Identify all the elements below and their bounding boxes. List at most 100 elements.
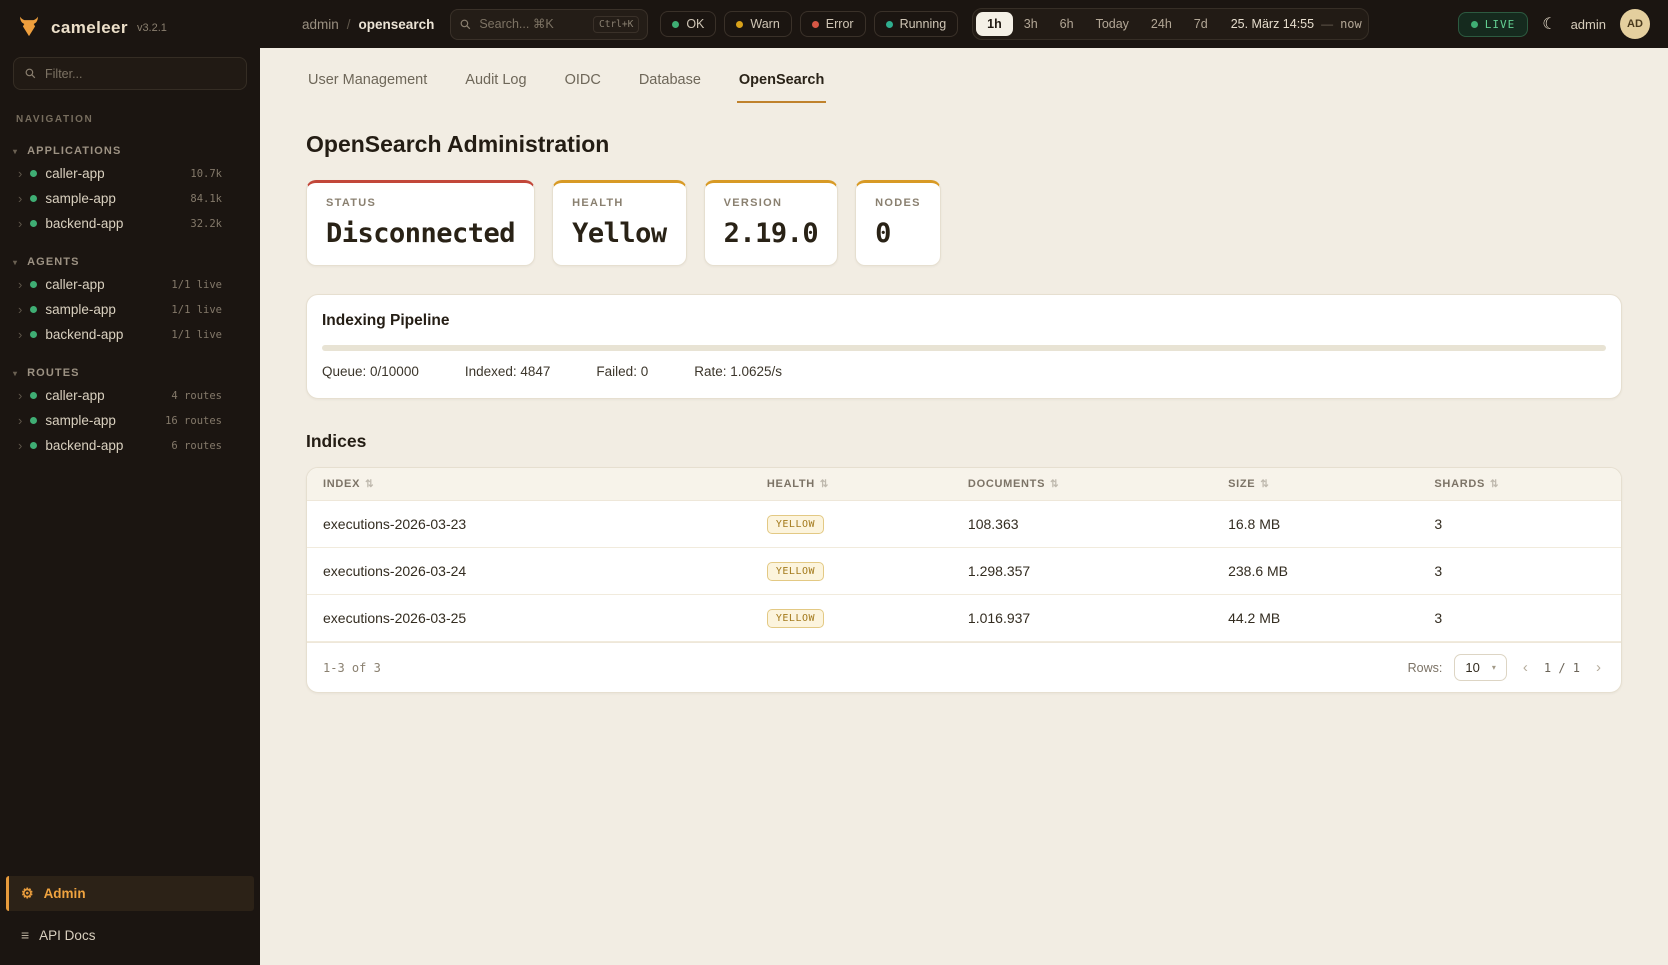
column-header-index[interactable]: INDEX ⇅ <box>307 478 767 490</box>
live-badge[interactable]: LIVE <box>1458 12 1529 37</box>
error-dot-icon <box>812 21 819 28</box>
sidebar-item-agents-sample-app[interactable]: › sample-app 1/1 live <box>0 297 260 322</box>
breadcrumb-opensearch: opensearch <box>359 17 435 32</box>
search-input[interactable] <box>479 17 586 31</box>
cell-shards: 3 <box>1434 563 1621 579</box>
tab-oidc[interactable]: OIDC <box>563 62 603 103</box>
sort-icon: ⇅ <box>365 479 374 490</box>
avatar[interactable]: AD <box>1620 9 1650 39</box>
column-header-size[interactable]: SIZE ⇅ <box>1228 478 1434 490</box>
tab-user-management[interactable]: User Management <box>306 62 429 103</box>
chip-label: Error <box>826 17 854 31</box>
time-range-24h[interactable]: 24h <box>1140 12 1183 36</box>
filter-chip-warn[interactable]: Warn <box>724 11 791 37</box>
caret-down-icon: ▾ <box>13 147 18 156</box>
cell-health: YELLOW <box>767 561 968 581</box>
status-dot-icon <box>30 392 37 399</box>
stat-card-version: VERSION 2.19.0 <box>704 180 839 266</box>
sidebar-item-applications-backend-app[interactable]: › backend-app 32.2k <box>0 211 260 236</box>
nav-group-header-agents[interactable]: ▾ AGENTS <box>0 252 260 272</box>
sidebar-item-applications-sample-app[interactable]: › sample-app 84.1k <box>0 186 260 211</box>
time-range-6h[interactable]: 6h <box>1049 12 1085 36</box>
sidebar-item-agents-backend-app[interactable]: › backend-app 1/1 live <box>0 322 260 347</box>
status-filter-group: OK Warn Error Running <box>660 11 958 37</box>
caret-down-icon: ▾ <box>13 258 18 267</box>
sidebar-item-applications-caller-app[interactable]: › caller-app 10.7k <box>0 161 260 186</box>
table-row[interactable]: executions-2026-03-23 YELLOW 108.363 16.… <box>307 501 1621 548</box>
stat-card-nodes: NODES 0 <box>855 180 941 266</box>
column-header-documents[interactable]: DOCUMENTS ⇅ <box>968 478 1228 490</box>
chevron-right-icon: › <box>18 278 22 291</box>
time-range-1h[interactable]: 1h <box>976 12 1013 36</box>
nav-group-label: ROUTES <box>27 367 79 379</box>
item-count-badge: 10.7k <box>190 168 222 180</box>
sidebar-item-admin[interactable]: ⚙ Admin <box>6 876 254 911</box>
breadcrumb-admin[interactable]: admin <box>302 17 339 32</box>
theme-toggle-button[interactable]: ☾ <box>1542 14 1556 34</box>
time-range-3h[interactable]: 3h <box>1013 12 1049 36</box>
app-logo[interactable]: cameleer v3.2.1 <box>0 0 260 53</box>
cell-index: executions-2026-03-23 <box>307 516 767 532</box>
live-dot-icon <box>1471 21 1478 28</box>
next-page-button[interactable]: › <box>1592 659 1605 676</box>
table-row[interactable]: executions-2026-03-24 YELLOW 1.298.357 2… <box>307 548 1621 595</box>
sidebar-item-api-docs[interactable]: ≡ API Docs <box>6 919 254 951</box>
running-dot-icon <box>886 21 893 28</box>
top-header: admin / opensearch Ctrl+K OK Warn <box>260 0 1668 48</box>
sort-icon: ⇅ <box>820 479 829 490</box>
date-range-start[interactable]: 25. März 14:55 <box>1231 17 1314 31</box>
tab-database[interactable]: Database <box>637 62 703 103</box>
sidebar: cameleer v3.2.1 NAVIGATION ▾ APPLICATION… <box>0 0 260 965</box>
stat-value: 2.19.0 <box>724 218 819 249</box>
date-range-end[interactable]: now <box>1340 17 1362 31</box>
filter-chip-ok[interactable]: OK <box>660 11 716 37</box>
chevron-right-icon: › <box>18 439 22 452</box>
cell-index: executions-2026-03-25 <box>307 610 767 626</box>
pipeline-title: Indexing Pipeline <box>322 312 1606 330</box>
cell-shards: 3 <box>1434 610 1621 626</box>
rows-per-page-select[interactable]: 10 ▾ <box>1454 654 1506 681</box>
column-label: DOCUMENTS <box>968 478 1045 490</box>
stat-card-status: STATUS Disconnected <box>306 180 535 266</box>
tab-audit-log[interactable]: Audit Log <box>463 62 528 103</box>
chevron-right-icon: › <box>18 303 22 316</box>
tab-opensearch[interactable]: OpenSearch <box>737 62 826 103</box>
item-label: backend-app <box>45 438 123 453</box>
filter-chip-running[interactable]: Running <box>874 11 959 37</box>
ok-dot-icon <box>672 21 679 28</box>
time-range-7d[interactable]: 7d <box>1183 12 1219 36</box>
nav-group-header-routes[interactable]: ▾ ROUTES <box>0 363 260 383</box>
stat-card-row: STATUS Disconnected HEALTH Yellow VERSIO… <box>306 180 1622 266</box>
prev-page-button[interactable]: ‹ <box>1519 659 1532 676</box>
sidebar-item-routes-backend-app[interactable]: › backend-app 6 routes <box>0 433 260 458</box>
time-range-today[interactable]: Today <box>1085 12 1140 36</box>
chevron-right-icon: › <box>18 414 22 427</box>
stat-card-health: HEALTH Yellow <box>552 180 687 266</box>
tab-bar: User Management Audit Log OIDC Database … <box>306 62 1622 103</box>
cell-index: executions-2026-03-24 <box>307 563 767 579</box>
page-indicator: 1 / 1 <box>1544 661 1580 675</box>
column-header-shards[interactable]: SHARDS ⇅ <box>1434 478 1621 490</box>
sidebar-filter <box>13 57 247 90</box>
status-dot-icon <box>30 170 37 177</box>
stat-label: STATUS <box>326 197 515 209</box>
table-row[interactable]: executions-2026-03-25 YELLOW 1.016.937 4… <box>307 595 1621 642</box>
status-dot-icon <box>30 331 37 338</box>
item-count-badge: 4 routes <box>171 390 222 402</box>
sidebar-item-routes-caller-app[interactable]: › caller-app 4 routes <box>0 383 260 408</box>
nav-group-header-applications[interactable]: ▾ APPLICATIONS <box>0 141 260 161</box>
global-search[interactable]: Ctrl+K <box>450 9 648 40</box>
status-dot-icon <box>30 220 37 227</box>
cell-documents: 1.298.357 <box>968 563 1228 579</box>
sidebar-item-agents-caller-app[interactable]: › caller-app 1/1 live <box>0 272 260 297</box>
column-label: INDEX <box>323 478 360 490</box>
filter-input[interactable] <box>45 67 236 81</box>
filter-chip-error[interactable]: Error <box>800 11 866 37</box>
sidebar-item-routes-sample-app[interactable]: › sample-app 16 routes <box>0 408 260 433</box>
item-count-badge: 6 routes <box>171 440 222 452</box>
navigation-section-label: NAVIGATION <box>16 114 244 125</box>
goat-logo-icon <box>16 15 42 41</box>
item-label: caller-app <box>45 388 104 403</box>
column-header-health[interactable]: HEALTH ⇅ <box>767 478 968 490</box>
item-count-badge: 1/1 live <box>171 279 222 291</box>
